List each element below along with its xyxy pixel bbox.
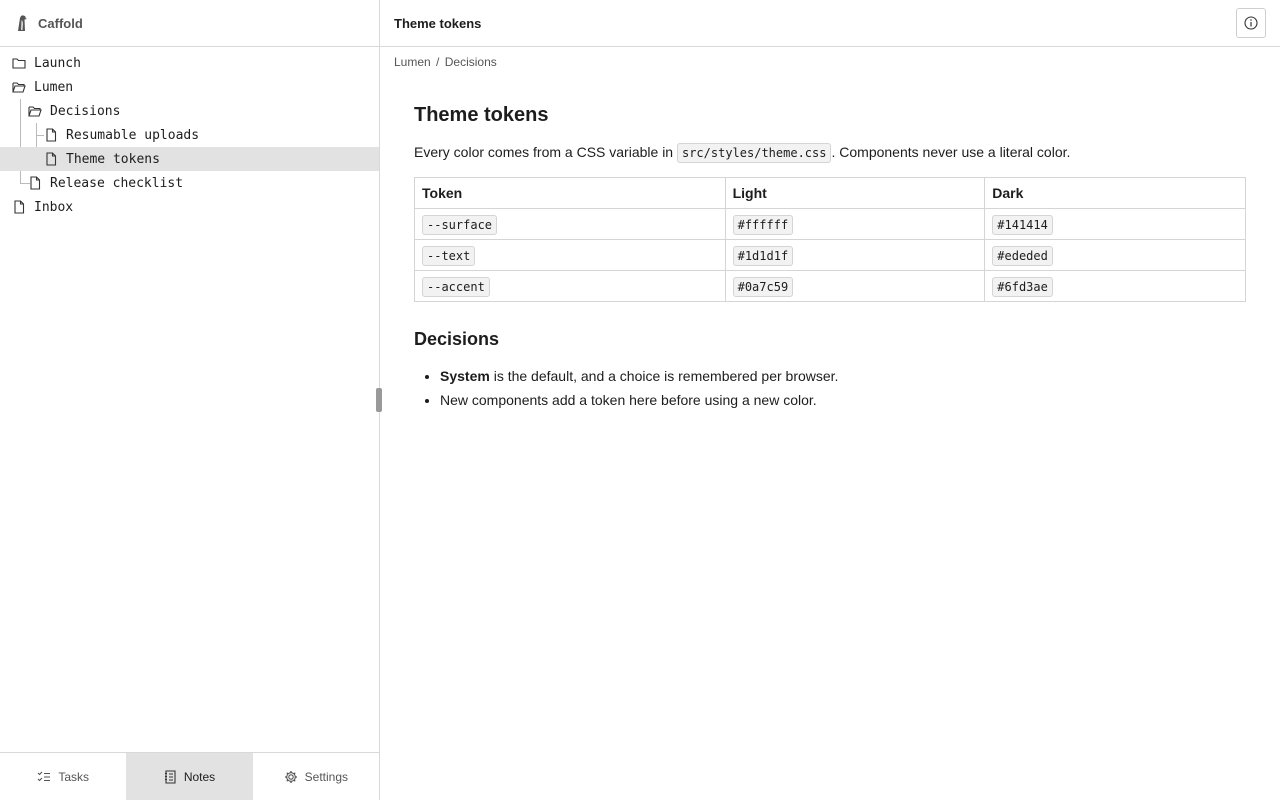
intro-text: Every color comes from a CSS variable in (414, 144, 677, 160)
tree-item-launch[interactable]: Launch (0, 51, 379, 75)
tokens-table: Token Light Dark --surface #ffffff #1414… (414, 177, 1246, 302)
table-cell: --accent (414, 270, 726, 302)
document-body: Theme tokens Every color comes from a CS… (414, 104, 1246, 412)
file-icon (12, 200, 26, 214)
info-button[interactable] (1236, 8, 1266, 38)
tree-item-label: Launch (34, 55, 81, 71)
tab-tasks[interactable]: Tasks (0, 753, 126, 800)
table-cell: #ffffff (724, 208, 986, 240)
file-icon (44, 128, 58, 142)
info-icon (1244, 16, 1258, 30)
tree-item-inbox[interactable]: Inbox (0, 195, 379, 219)
decisions-heading: Decisions (414, 329, 500, 349)
app-title: Caffold (38, 15, 83, 31)
value-code: #6fd3ae (992, 277, 1053, 297)
token-code: --surface (422, 215, 498, 235)
tree-item-label: Inbox (34, 199, 74, 215)
tasks-icon (37, 771, 51, 781)
breadcrumb: Lumen / Decisions (394, 55, 497, 69)
breadcrumb-separator: / (436, 55, 440, 69)
table-cell: #6fd3ae (984, 270, 1246, 302)
tree-item-resumable-uploads[interactable]: Resumable uploads (0, 123, 379, 147)
tree-item-label: Decisions (50, 103, 121, 119)
tree-item-lumen[interactable]: Lumen (0, 75, 379, 99)
tree-item-label: Resumable uploads (66, 127, 200, 143)
value-code: #141414 (992, 215, 1053, 235)
tree-item-theme-tokens[interactable]: Theme tokens (0, 147, 379, 171)
tab-notes[interactable]: Notes (126, 753, 253, 800)
list-item: New components add a token here before u… (440, 388, 1246, 412)
main-header: Theme tokens (380, 0, 1280, 47)
table-cell: #0a7c59 (724, 270, 986, 302)
gear-icon (284, 770, 297, 783)
list-item: System is the default, and a choice is r… (440, 364, 1246, 388)
intro-text: . Components never use a literal color. (831, 144, 1071, 160)
tree-item-label: Release checklist (50, 175, 184, 191)
table-row: --surface #ffffff #141414 (414, 208, 1246, 240)
tab-label: Settings (304, 769, 348, 784)
table-header-row: Token Light Dark (414, 177, 1246, 209)
decisions-list: System is the default, and a choice is r… (414, 364, 1246, 412)
file-icon (44, 152, 58, 166)
table-cell: #1d1d1f (724, 239, 986, 271)
bold-text: System (440, 368, 490, 384)
tab-settings[interactable]: Settings (253, 753, 379, 800)
table-row: --text #1d1d1f #ededed (414, 239, 1246, 271)
breadcrumb-item-decisions[interactable]: Decisions (445, 55, 497, 69)
list-item-text: is the default, and a choice is remember… (489, 368, 839, 384)
table-cell: --text (414, 239, 726, 271)
file-tree: Launch Lumen Decisions Resumable uploads… (0, 51, 379, 219)
value-code: #ededed (992, 246, 1053, 266)
table-cell: --surface (414, 208, 726, 240)
column-header: Dark (984, 177, 1246, 209)
tab-label: Tasks (58, 769, 89, 784)
app-header: Caffold (0, 0, 379, 47)
notes-icon (164, 769, 176, 784)
doc-intro: Every color comes from a CSS variable in… (414, 141, 1246, 164)
inline-code: src/styles/theme.css (676, 143, 832, 163)
token-code: --accent (422, 277, 490, 297)
tab-label: Notes (183, 769, 216, 784)
token-code: --text (422, 246, 476, 266)
table-cell: #141414 (984, 208, 1246, 240)
tree-item-release-checklist[interactable]: Release checklist (0, 171, 379, 195)
file-icon (28, 176, 42, 190)
penguin-logo-icon (14, 14, 30, 32)
value-code: #ffffff (732, 215, 794, 235)
breadcrumb-item-lumen[interactable]: Lumen (394, 55, 431, 69)
bottom-tab-bar: Tasks Notes Settings (0, 752, 379, 800)
doc-heading: Theme tokens (414, 104, 549, 126)
folder-open-icon (28, 104, 42, 118)
page-title: Theme tokens (394, 15, 482, 31)
main-panel: Theme tokens Lumen / Decisions Theme tok… (380, 0, 1280, 800)
folder-icon (12, 56, 26, 70)
folder-open-icon (12, 80, 26, 94)
table-cell: #ededed (984, 239, 1246, 271)
table-row: --accent #0a7c59 #6fd3ae (414, 270, 1246, 302)
sidebar: Caffold Launch Lumen Decisions Resumable… (0, 0, 380, 800)
tree-item-label: Theme tokens (66, 151, 160, 167)
column-header: Token (414, 177, 726, 209)
tree-item-label: Lumen (34, 79, 74, 95)
column-header: Light (724, 177, 986, 209)
value-code: #0a7c59 (732, 277, 794, 297)
value-code: #1d1d1f (732, 246, 794, 266)
tree-item-decisions[interactable]: Decisions (0, 99, 379, 123)
